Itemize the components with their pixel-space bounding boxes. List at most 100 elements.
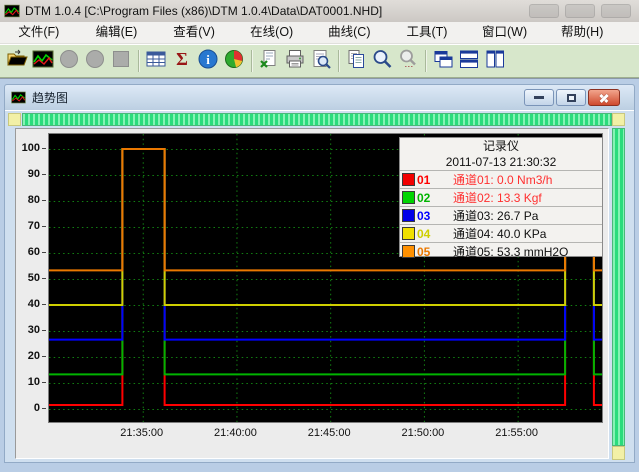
x-tick-label-21:45:00: 21:45:00 — [301, 427, 357, 440]
trend-plot[interactable]: 记录仪 2011-07-13 21:30:32 01通道01: 0.0 Nm3/… — [48, 133, 603, 423]
toolbar-tile-vertical-button[interactable] — [482, 48, 508, 74]
legend-swatch-ch03 — [402, 209, 415, 222]
x-tick-label-21:35:00: 21:35:00 — [114, 427, 170, 440]
toolbar-open-file-button[interactable] — [4, 48, 30, 74]
toolbar-separator — [425, 50, 426, 72]
scrollbar-corner-button[interactable] — [612, 113, 625, 126]
chart-horizontal-scrollbar[interactable] — [22, 113, 612, 126]
trend-restore-button[interactable] — [556, 89, 586, 106]
y-tick-label-40: 40 — [16, 297, 46, 311]
toolbar-print-preview-button[interactable] — [308, 48, 334, 74]
legend-swatch-ch05 — [402, 245, 415, 258]
menu-item-2[interactable]: 编辑(E) — [78, 22, 156, 43]
toolbar-zoom-in-button[interactable] — [369, 48, 395, 74]
toolbar-separator — [138, 50, 139, 72]
toolbar-zoom-out-button — [395, 48, 421, 74]
minimize-icon — [534, 96, 544, 99]
legend-id-ch05: 05 — [417, 245, 439, 259]
table-icon — [145, 48, 167, 75]
menu-bar: 文件(F)编辑(E)查看(V)在线(O)曲线(C)工具(T)窗口(W)帮助(H) — [0, 22, 639, 44]
menu-item-5[interactable]: 曲线(C) — [311, 22, 389, 43]
info-icon: i — [197, 48, 219, 75]
v-scrollbar-bottom-button[interactable] — [612, 446, 625, 460]
waveform-icon — [32, 48, 54, 75]
legend-rows: 01通道01: 0.0 Nm3/h02通道02: 13.3 Kgf03通道03:… — [400, 170, 602, 260]
chart-panel: 0102030405060708090100 记录仪 2011-07-13 21… — [15, 128, 609, 459]
y-tick-label-70: 70 — [16, 219, 46, 233]
y-tick-label-60: 60 — [16, 245, 46, 259]
legend-id-ch03: 03 — [417, 209, 439, 223]
folder-open-icon — [6, 48, 28, 75]
window-title: DTM 1.0.4 [C:\Program Files (x86)\DTM 1.… — [25, 4, 382, 18]
legend-swatch-ch02 — [402, 191, 415, 204]
menu-item-1[interactable]: 文件(F) — [0, 22, 78, 43]
toolbar-export-button[interactable] — [256, 48, 282, 74]
menu-item-8[interactable]: 帮助(H) — [543, 22, 621, 43]
trend-minimize-button[interactable] — [524, 89, 554, 106]
window-titlebar[interactable]: DTM 1.0.4 [C:\Program Files (x86)\DTM 1.… — [0, 0, 639, 22]
y-tick-label-10: 10 — [16, 375, 46, 389]
trend-window-body: 0102030405060708090100 记录仪 2011-07-13 21… — [5, 111, 634, 462]
legend-swatch-ch01 — [402, 173, 415, 186]
trend-window: 趋势图 0102030405060708090100 记录仪 — [4, 84, 635, 463]
toolbar-trend-graph-button[interactable] — [30, 48, 56, 74]
legend-text-ch01: 通道01: 0.0 Nm3/h — [453, 171, 552, 188]
app-icon — [4, 3, 20, 19]
x-tick-label-21:40:00: 21:40:00 — [207, 427, 263, 440]
magnifier-icon — [371, 48, 393, 75]
legend-text-ch02: 通道02: 13.3 Kgf — [453, 189, 542, 206]
mdi-area: 趋势图 0102030405060708090100 记录仪 — [0, 78, 639, 472]
y-tick-label-30: 30 — [16, 323, 46, 337]
maximize-button[interactable] — [565, 4, 595, 18]
toolbar-print-button[interactable] — [282, 48, 308, 74]
copy-icon — [345, 48, 367, 75]
chart-vertical-scrollbar[interactable] — [612, 128, 625, 446]
menu-item-6[interactable]: 工具(T) — [388, 22, 466, 43]
toolbar-stop-button — [108, 48, 134, 74]
sigma-icon: Σ — [171, 48, 193, 75]
legend-title: 记录仪 — [400, 138, 602, 155]
h-scrollbar-left-button[interactable] — [8, 113, 21, 126]
toolbar-data-table-button[interactable] — [143, 48, 169, 74]
toolbar: Σi — [0, 44, 639, 78]
tile-vertical-icon — [484, 48, 506, 75]
toolbar-tile-horizontal-button[interactable] — [456, 48, 482, 74]
menu-item-7[interactable]: 窗口(W) — [466, 22, 544, 43]
print-preview-icon — [310, 48, 332, 75]
dtm-application-window: DTM 1.0.4 [C:\Program Files (x86)\DTM 1.… — [0, 0, 639, 472]
toolbar-info-button[interactable]: i — [195, 48, 221, 74]
x-tick-label-21:55:00: 21:55:00 — [489, 427, 545, 440]
tile-horizontal-icon — [458, 48, 480, 75]
trend-window-titlebar[interactable]: 趋势图 — [5, 85, 634, 111]
y-tick-label-80: 80 — [16, 193, 46, 207]
close-button[interactable] — [601, 4, 631, 18]
square-icon — [110, 48, 132, 75]
trend-window-icon — [11, 90, 26, 105]
circle-icon — [58, 48, 80, 75]
minimize-button[interactable] — [529, 4, 559, 18]
y-tick-label-100: 100 — [16, 141, 46, 155]
circle-icon — [84, 48, 106, 75]
toolbar-statistics-button[interactable]: Σ — [169, 48, 195, 74]
x-tick-label-21:50:00: 21:50:00 — [395, 427, 451, 440]
cascade-icon — [432, 48, 454, 75]
toolbar-copy-button[interactable] — [343, 48, 369, 74]
legend-text-ch03: 通道03: 26.7 Pa — [453, 207, 538, 224]
magnifier-dim-icon — [397, 48, 419, 75]
trend-close-button[interactable] — [588, 89, 620, 106]
toolbar-pause-button — [82, 48, 108, 74]
close-icon — [598, 93, 610, 103]
menu-item-3[interactable]: 查看(V) — [155, 22, 233, 43]
toolbar-pie-chart-button[interactable] — [221, 48, 247, 74]
svg-text:i: i — [206, 52, 210, 67]
y-tick-label-20: 20 — [16, 349, 46, 363]
export-page-icon — [258, 48, 280, 75]
menu-item-4[interactable]: 在线(O) — [233, 22, 311, 43]
restore-icon — [567, 94, 576, 102]
toolbar-separator — [338, 50, 339, 72]
y-tick-label-50: 50 — [16, 271, 46, 285]
window-controls — [529, 4, 635, 18]
toolbar-cascade-windows-button[interactable] — [430, 48, 456, 74]
trend-window-title: 趋势图 — [32, 89, 68, 106]
legend-id-ch01: 01 — [417, 173, 439, 187]
